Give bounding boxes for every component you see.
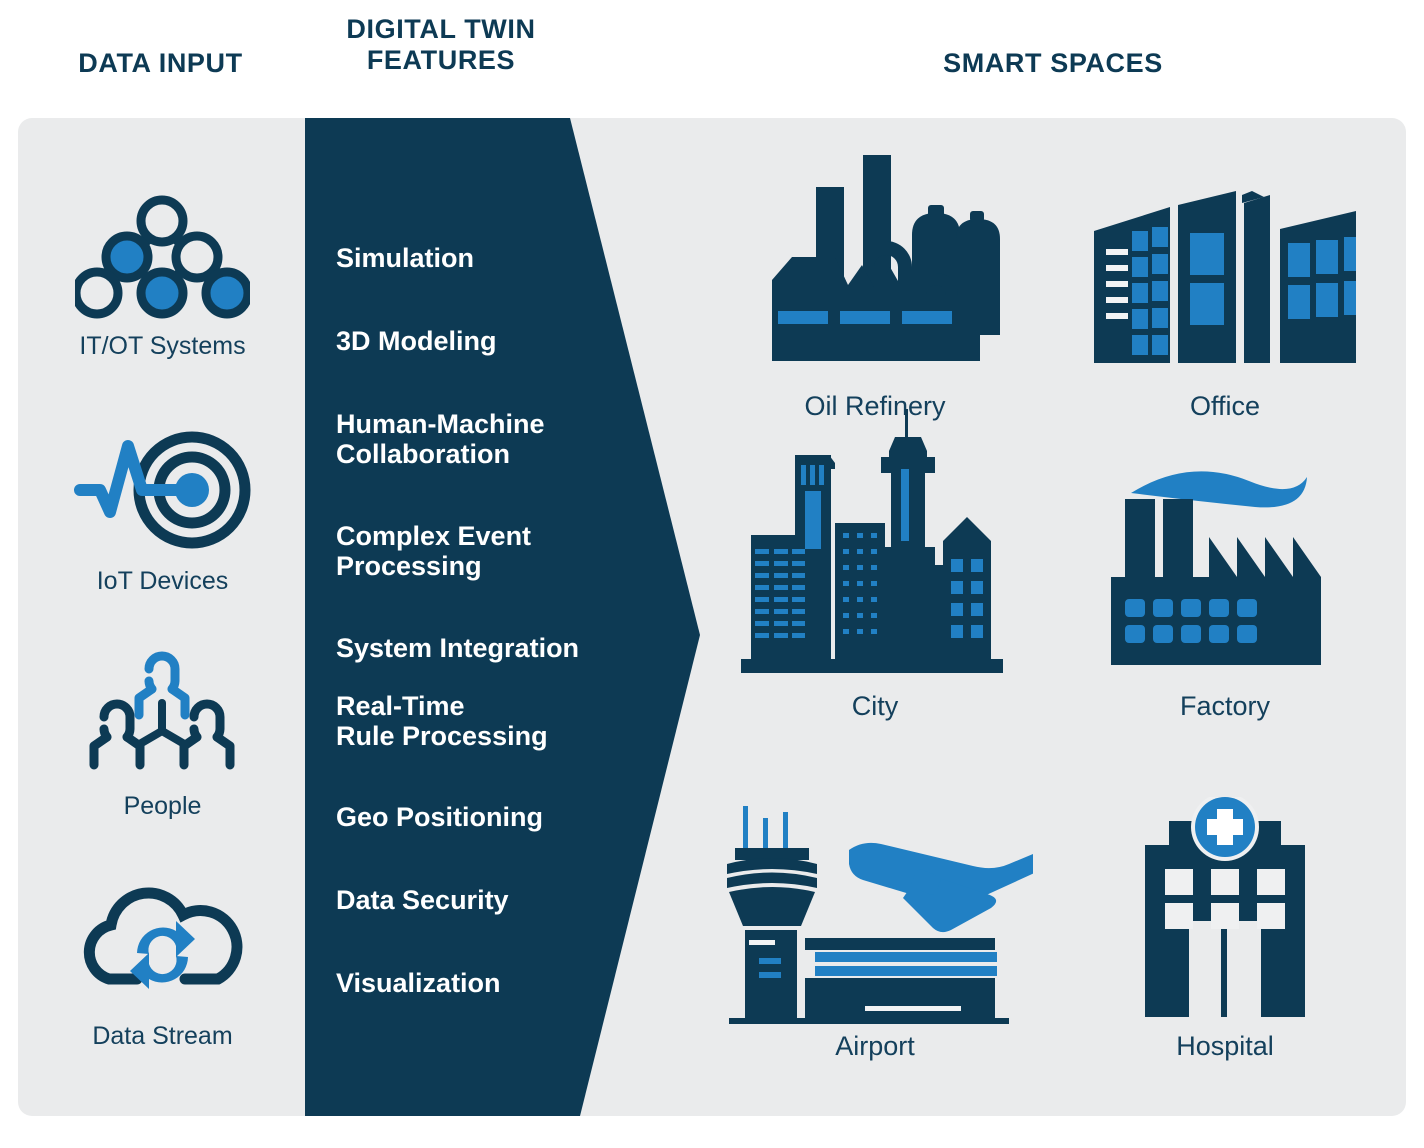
smart-space-label: Airport	[835, 1031, 915, 1061]
data-input-item-it-ot-systems[interactable]: IT/OT Systems	[30, 180, 295, 361]
oil-refinery-icon	[710, 130, 1040, 385]
feature-item[interactable]: Visualization	[336, 968, 501, 998]
smart-space-item-airport[interactable]: Airport	[710, 770, 1040, 1062]
feature-item[interactable]: Geo Positioning	[336, 802, 543, 832]
data-input-label: IT/OT Systems	[79, 332, 246, 360]
feature-item[interactable]: Simulation	[336, 243, 474, 273]
data-input-label: IoT Devices	[96, 567, 229, 595]
airport-icon	[710, 770, 1040, 1025]
data-input-item-data-stream[interactable]: Data Stream	[30, 870, 295, 1051]
smart-space-label: Factory	[1179, 691, 1271, 721]
header-smart-spaces: SMART SPACES	[943, 48, 1163, 78]
headers-row: DATA INPUT DIGITAL TWIN FEATURES SMART S…	[0, 0, 1424, 118]
data-input-item-iot-devices[interactable]: IoT Devices	[30, 415, 295, 596]
smart-space-item-oil-refinery[interactable]: Oil Refinery	[710, 130, 1040, 422]
data-input-column: IT/OT Systems IoT Devices People Data St…	[30, 140, 295, 1100]
feature-item[interactable]: Complex Event Processing	[336, 521, 531, 581]
data-input-item-people[interactable]: People	[30, 640, 295, 821]
smart-space-label: Hospital	[1176, 1031, 1274, 1061]
people-group-icon	[30, 640, 295, 790]
pulse-target-icon	[30, 415, 295, 565]
feature-item[interactable]: Data Security	[336, 885, 509, 915]
smart-space-item-hospital[interactable]: Hospital	[1060, 770, 1390, 1062]
smart-space-label: City	[851, 691, 899, 721]
smart-space-item-office[interactable]: Office	[1060, 130, 1390, 422]
feature-item[interactable]: 3D Modeling	[336, 326, 497, 356]
header-digital-twin-features: DIGITAL TWIN FEATURES	[346, 14, 536, 76]
office-building-icon	[1060, 130, 1390, 385]
smart-space-item-factory[interactable]: Factory	[1060, 430, 1390, 722]
feature-item[interactable]: Human-Machine Collaboration	[336, 409, 545, 469]
data-input-label: Data Stream	[92, 1022, 233, 1050]
smart-space-label: Office	[1189, 391, 1261, 421]
network-nodes-icon	[30, 180, 295, 330]
factory-icon	[1060, 430, 1390, 685]
cloud-sync-icon	[30, 870, 295, 1020]
hospital-icon	[1060, 770, 1390, 1025]
header-data-input: DATA INPUT	[78, 48, 243, 78]
smart-space-item-city[interactable]: City	[710, 409, 1040, 722]
smart-spaces-grid: Oil Refinery Office City Factory Airport…	[700, 130, 1406, 1105]
feature-item[interactable]: System Integration	[336, 633, 579, 663]
city-skyline-icon	[710, 409, 1040, 685]
data-input-label: People	[123, 792, 202, 820]
feature-item[interactable]: Real-Time Rule Processing	[336, 691, 548, 751]
